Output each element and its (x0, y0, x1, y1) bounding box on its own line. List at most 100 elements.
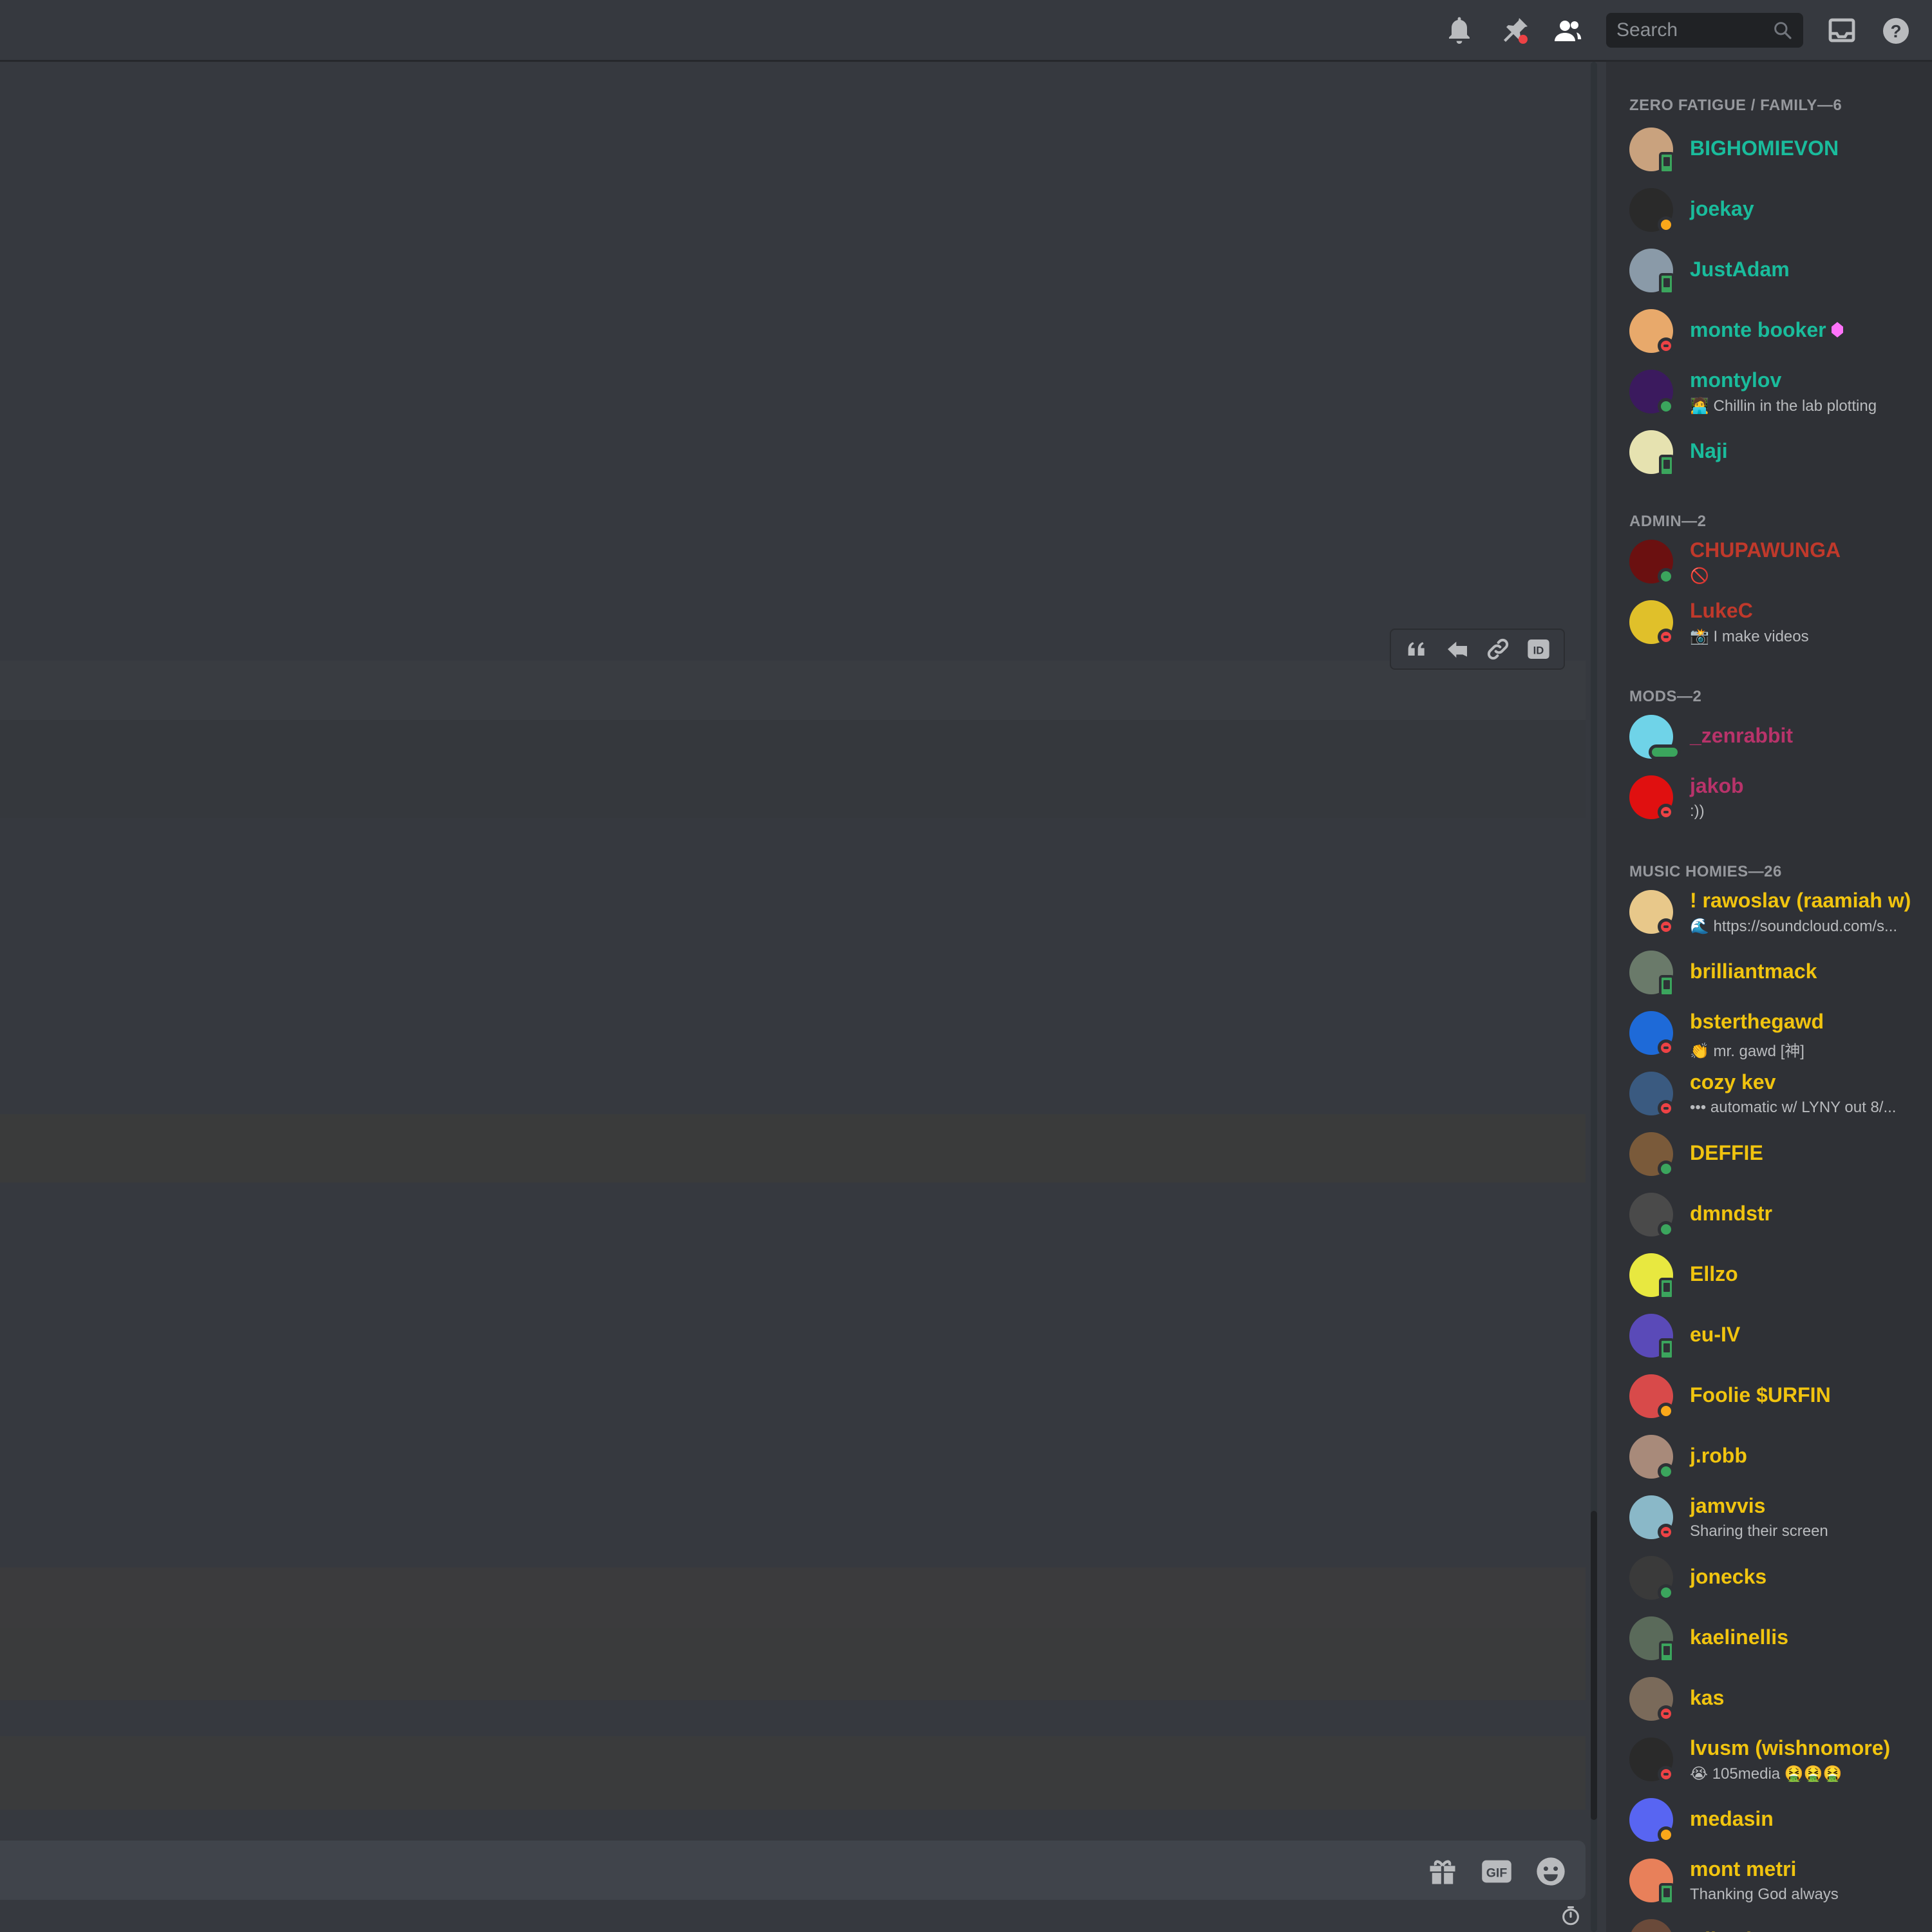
member-name: medasin (1690, 1807, 1774, 1830)
inbox-icon[interactable] (1826, 15, 1857, 46)
member-name: eu-IV (1690, 1323, 1741, 1346)
scroll-thumb[interactable] (1591, 1511, 1597, 1820)
message-row-highlighted (0, 1567, 1586, 1628)
member-name: _zenrabbit (1690, 724, 1794, 747)
copy-id-icon[interactable]: ID (1523, 634, 1554, 665)
gift-icon[interactable] (1426, 1855, 1459, 1888)
search-placeholder: Search (1616, 19, 1678, 41)
member-item[interactable]: eu-IV (1629, 1309, 1926, 1363)
member-item[interactable]: Nile The Great (1629, 1914, 1926, 1932)
slowmode-timer-icon (1562, 1906, 1579, 1926)
emoji-icon[interactable] (1534, 1855, 1567, 1888)
svg-text:GIF: GIF (1486, 1866, 1508, 1880)
member-item[interactable]: kaelinellis (1629, 1611, 1926, 1665)
member-item[interactable]: CHUPAWUNGA 🚫 (1629, 535, 1926, 589)
avatar (1629, 1919, 1673, 1932)
member-item[interactable]: j.robb (1629, 1430, 1926, 1484)
channel-header: Search ? (0, 0, 1932, 62)
message-composer[interactable]: GIF (0, 1841, 1586, 1900)
member-item[interactable]: LukeC 📸 I make videos (1629, 595, 1926, 649)
member-name: jamvvis (1690, 1494, 1766, 1517)
mobile-status-icon (1659, 1641, 1674, 1663)
dnd-status-icon (1658, 1039, 1674, 1056)
role-header-music: MUSIC HOMIES—26 (1629, 863, 1782, 880)
online-status-icon (1658, 1584, 1674, 1601)
dnd-status-icon (1658, 804, 1674, 820)
member-item[interactable]: dmndstr (1629, 1188, 1926, 1242)
dnd-status-icon (1658, 1766, 1674, 1783)
member-name: monte booker (1690, 318, 1826, 341)
mobile-status-icon (1659, 1338, 1674, 1360)
gif-button[interactable]: GIF (1480, 1855, 1513, 1888)
quote-icon[interactable] (1401, 634, 1432, 665)
member-name: cozy kev (1690, 1070, 1776, 1094)
member-name: kas (1690, 1686, 1725, 1709)
svg-text:?: ? (1890, 21, 1901, 41)
member-activity: :)) (1690, 802, 1705, 820)
member-item[interactable]: jakob:)) (1629, 770, 1926, 824)
member-item[interactable]: jamvvis Sharing their screen (1629, 1490, 1926, 1544)
member-name: lvusm (wishnomore) (1690, 1736, 1891, 1759)
chat-scrollbar[interactable] (1591, 62, 1597, 1932)
member-activity: 🚫 (1690, 567, 1709, 585)
member-name: DEFFIE (1690, 1141, 1763, 1164)
search-input[interactable]: Search (1606, 13, 1803, 48)
member-item[interactable]: brilliantmack (1629, 945, 1926, 999)
member-item[interactable]: jonecks (1629, 1551, 1926, 1605)
member-item[interactable]: medasin (1629, 1793, 1926, 1847)
copy-link-icon[interactable] (1482, 634, 1513, 665)
member-name: BIGHOMIEVON (1690, 137, 1839, 160)
member-name: ! rawoslav (raamiah w) (1690, 889, 1911, 912)
dnd-status-icon (1658, 629, 1674, 645)
member-name: Ellzo (1690, 1262, 1738, 1285)
role-header-mods: MODS—2 (1629, 688, 1702, 705)
member-item[interactable]: lvusm (wishnomore) 😭 105media 🤮🤮🤮 (1629, 1732, 1926, 1786)
help-icon[interactable]: ? (1880, 15, 1911, 46)
dnd-status-icon (1658, 1705, 1674, 1722)
member-item[interactable]: Ellzo (1629, 1248, 1926, 1302)
member-item[interactable]: JustAdam (1629, 243, 1926, 298)
member-list-icon[interactable] (1552, 15, 1583, 46)
member-name: JustAdam (1690, 258, 1790, 281)
member-item[interactable]: ! rawoslav (raamiah w) 🌊 https://soundclo… (1629, 885, 1926, 939)
member-item[interactable]: DEFFIE (1629, 1127, 1926, 1181)
role-header-family: ZERO FATIGUE / FAMILY—6 (1629, 97, 1842, 114)
member-item[interactable]: kas (1629, 1672, 1926, 1726)
member-activity: Thanking God always (1690, 1886, 1839, 1903)
member-item[interactable]: Naji (1629, 425, 1926, 479)
member-item[interactable]: bsterthegawd 👏 mr. gawd [神] (1629, 1006, 1926, 1060)
member-name: Naji (1690, 439, 1728, 462)
member-item[interactable]: _zenrabbit (1629, 710, 1926, 764)
member-item[interactable]: Foolie $URFIN (1629, 1369, 1926, 1423)
message-row-hovered[interactable] (0, 661, 1586, 720)
mobile-status-icon (1659, 273, 1674, 295)
member-name: CHUPAWUNGA (1690, 538, 1841, 562)
member-name: j.robb (1690, 1444, 1747, 1467)
mobile-status-icon (1659, 152, 1674, 174)
member-name: dmndstr (1690, 1202, 1772, 1225)
member-item[interactable]: montylov 🧑‍💻 Chillin in the lab plotting (1629, 365, 1926, 419)
svg-text:ID: ID (1533, 645, 1544, 657)
reply-icon[interactable] (1442, 634, 1473, 665)
dnd-status-icon (1658, 337, 1674, 354)
member-activity: 📸 I make videos (1690, 628, 1809, 645)
pin-icon[interactable] (1499, 15, 1530, 46)
idle-status-icon (1658, 216, 1674, 233)
member-item[interactable]: mont metri Thanking God always (1629, 1853, 1926, 1908)
message-row-highlighted (0, 1628, 1586, 1700)
message-row (0, 720, 1586, 818)
message-actions-toolbar: ID (1390, 629, 1565, 670)
nitro-boost-icon (1832, 322, 1843, 337)
bell-icon[interactable] (1444, 15, 1475, 46)
member-activity: ••• automatic w/ LYNY out 8/... (1690, 1099, 1897, 1116)
member-activity: 😭 105media 🤮🤮🤮 (1690, 1765, 1842, 1783)
message-row-highlighted (0, 1114, 1586, 1182)
message-row-highlighted (0, 1736, 1586, 1810)
dnd-status-icon (1658, 918, 1674, 935)
member-item[interactable]: joekay (1629, 183, 1926, 237)
member-item[interactable]: BIGHOMIEVON (1629, 122, 1926, 176)
member-item[interactable]: cozy kev ••• automatic w/ LYNY out 8/... (1629, 1066, 1926, 1121)
member-activity: 👏 mr. gawd [神] (1690, 1043, 1804, 1060)
member-item[interactable]: monte booker (1629, 304, 1926, 358)
member-name: LukeC (1690, 599, 1753, 622)
